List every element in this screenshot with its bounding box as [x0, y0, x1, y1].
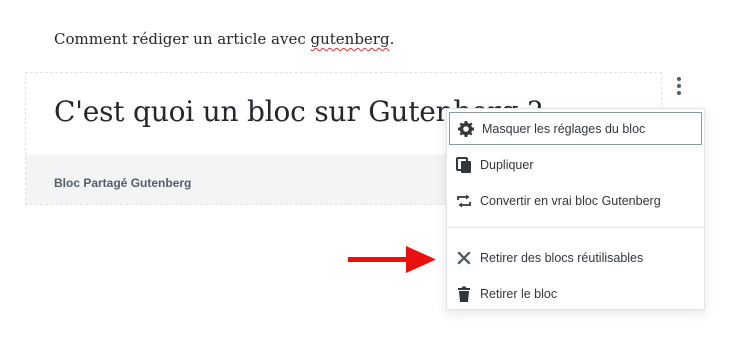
more-options-icon [677, 77, 681, 81]
trash-icon [456, 286, 472, 302]
more-options-button[interactable] [669, 74, 689, 98]
red-arrow-icon [348, 246, 436, 273]
gear-icon [458, 120, 474, 137]
menu-item-hide-settings[interactable]: Masquer les réglages du bloc [449, 112, 702, 145]
menu-item-label: Retirer le bloc [480, 286, 558, 301]
more-options-icon-dot [677, 91, 681, 95]
menu-item-remove-block[interactable]: Retirer le bloc [447, 277, 704, 310]
close-icon [456, 250, 472, 266]
menu-divider [447, 227, 704, 228]
misspelled-word[interactable]: gutenberg [311, 30, 390, 48]
paragraph-text: Comment rédiger un article avec [54, 30, 311, 48]
menu-item-label: Masquer les réglages du bloc [482, 121, 646, 136]
paragraph-block[interactable]: Comment rédiger un article avec gutenber… [54, 30, 394, 48]
menu-item-label: Retirer des blocs réutilisables [480, 250, 644, 265]
menu-item-duplicate[interactable]: Dupliquer [447, 148, 704, 181]
menu-item-label: Dupliquer [480, 157, 534, 172]
menu-item-remove-reusable[interactable]: Retirer des blocs réutilisables [447, 241, 704, 274]
paragraph-end: . [389, 30, 395, 48]
convert-icon [456, 193, 472, 209]
menu-item-convert[interactable]: Convertir en vrai bloc Gutenberg [447, 184, 704, 217]
menu-item-label: Convertir en vrai bloc Gutenberg [480, 193, 661, 208]
duplicate-icon [456, 156, 472, 173]
reusable-block-label: Bloc Partagé Gutenberg [54, 176, 192, 190]
block-settings-menu: Masquer les réglages du bloc Dupliquer C… [446, 108, 705, 310]
more-options-icon-dot [677, 84, 681, 88]
